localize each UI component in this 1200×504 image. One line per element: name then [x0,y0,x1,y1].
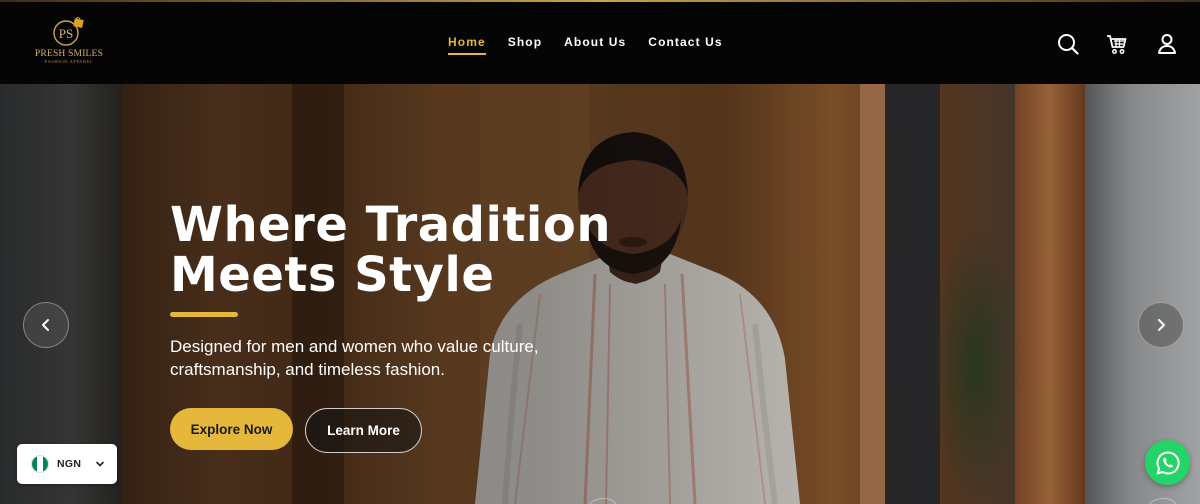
hero-subtitle: Designed for men and women who value cul… [170,337,539,379]
account-icon[interactable] [1155,32,1179,56]
learn-more-button[interactable]: Learn More [305,408,422,453]
chevron-right-icon [1158,319,1165,331]
brand-logo[interactable]: PS Presh Smiles Fashion Apparel [34,16,104,68]
explore-now-button[interactable]: Explore Now [170,408,293,450]
hero-banner: Where Tradition Meets Style Designed for… [0,84,1200,504]
hero-title: Where Tradition Meets Style [170,200,690,300]
brand-tagline: Fashion Apparel [44,59,94,64]
nav-about-us[interactable]: About Us [564,35,626,49]
search-icon[interactable] [1056,32,1080,56]
svg-text:PS: PS [59,26,73,41]
chevron-down-icon [96,461,105,467]
chevron-left-icon [42,319,49,331]
currency-code: NGN [57,458,82,470]
hero-accent-rule [170,312,238,317]
slider-prev-button[interactable] [23,302,69,348]
slider-next-button[interactable] [1138,302,1184,348]
brand-name: Presh Smiles [34,49,104,59]
nav-shop[interactable]: Shop [508,35,542,49]
currency-selector[interactable]: NGN [17,444,117,484]
brand-monogram-icon: PS [52,16,86,48]
whatsapp-icon [1155,450,1180,475]
nav-contact-us[interactable]: Contact Us [648,35,722,49]
hero-title-line1: Where Tradition [170,197,611,253]
cart-icon[interactable] [1105,32,1129,56]
hero-title-line2: Meets Style [170,247,495,303]
nav-home[interactable]: Home [448,35,486,55]
whatsapp-chat-button[interactable] [1145,440,1190,485]
nigeria-flag-icon [31,455,49,473]
main-nav: Home Shop About Us Contact Us [448,35,723,55]
site-header: PS Presh Smiles Fashion Apparel Home Sho… [0,2,1200,84]
